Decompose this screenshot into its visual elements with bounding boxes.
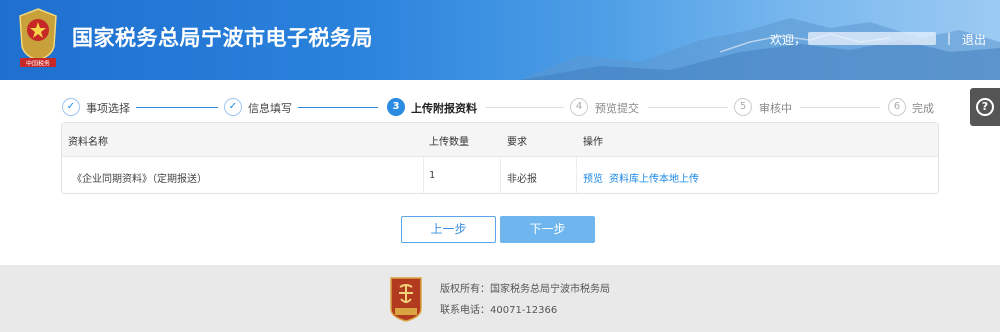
column-header-actions: 操作 <box>583 137 603 148</box>
footer-badge-icon <box>390 277 422 322</box>
upload-count-cell: 1 <box>429 170 436 181</box>
step-6-number: 6 <box>888 98 906 116</box>
column-header-name: 资料名称 <box>68 137 108 148</box>
preview-link[interactable]: 预览 <box>583 170 603 185</box>
column-divider <box>576 157 577 193</box>
requirement-cell: 非必报 <box>507 174 537 185</box>
svg-text:中国税务: 中国税务 <box>26 60 50 68</box>
step-1-label: 事项选择 <box>86 102 130 115</box>
help-button[interactable]: ? <box>970 88 1000 126</box>
table-header-row: 资料名称 上传数量 要求 操作 <box>62 123 938 157</box>
step-3-number: 3 <box>387 98 405 116</box>
column-header-count: 上传数量 <box>429 137 469 148</box>
header-separator: | <box>947 31 952 45</box>
column-divider <box>423 157 424 193</box>
question-icon: ? <box>976 98 994 116</box>
step-4-label: 预览提交 <box>595 102 639 115</box>
progress-steps: ✓ 事项选择 ✓ 信息填写 3 上传附报资料 4 预览提交 5 审核中 6 完成 <box>0 96 1000 120</box>
step-5-number: 5 <box>734 98 752 116</box>
step-2-label: 信息填写 <box>248 102 292 115</box>
step-connector <box>136 107 218 108</box>
step-3-label: 上传附报资料 <box>411 102 477 115</box>
footer-phone: 联系电话：40071-12366 <box>440 305 558 316</box>
step-1-check-icon: ✓ <box>62 98 80 116</box>
step-connector <box>298 107 378 108</box>
step-2-check-icon: ✓ <box>224 98 242 116</box>
previous-step-button[interactable]: 上一步 <box>401 216 496 243</box>
logout-link[interactable]: 退出 <box>962 31 986 48</box>
tax-bureau-emblem-icon: 中国税务 <box>19 8 57 68</box>
site-header: 中国税务 国家税务总局宁波市电子税务局 欢迎， | 退出 <box>0 0 1000 80</box>
step-connector <box>486 107 564 108</box>
library-upload-link[interactable]: 资料库上传 <box>609 170 659 185</box>
step-connector <box>648 107 728 108</box>
attachment-table: 资料名称 上传数量 要求 操作 《企业同期资料》（定期报送） 1 非必报 预览 … <box>61 122 939 194</box>
footer-copyright: 版权所有：国家税务总局宁波市税务局 <box>440 284 610 295</box>
step-connector <box>800 107 880 108</box>
column-header-requirement: 要求 <box>507 137 527 148</box>
local-upload-link[interactable]: 本地上传 <box>659 170 699 185</box>
next-step-button[interactable]: 下一步 <box>500 216 595 243</box>
site-title: 国家税务总局宁波市电子税务局 <box>72 26 373 50</box>
step-6-label: 完成 <box>912 102 934 115</box>
site-footer: 版权所有：国家税务总局宁波市税务局 联系电话：40071-12366 <box>0 265 1000 332</box>
step-4-number: 4 <box>570 98 588 116</box>
material-name-cell: 《企业同期资料》（定期报送） <box>72 174 207 185</box>
username-redacted <box>808 32 936 45</box>
welcome-text: 欢迎， <box>770 33 807 47</box>
column-divider <box>500 157 501 193</box>
step-5-label: 审核中 <box>759 102 792 115</box>
